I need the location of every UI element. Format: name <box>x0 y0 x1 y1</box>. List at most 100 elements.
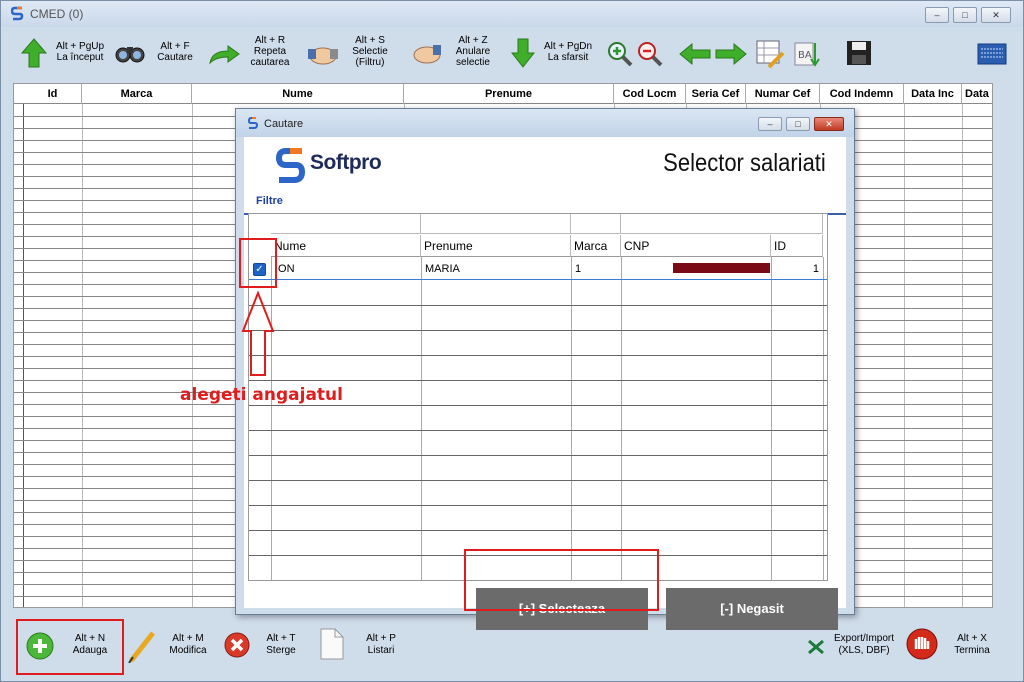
not-found-button[interactable]: [-] Negasit <box>666 588 838 630</box>
document-icon <box>320 628 344 660</box>
last-record-button[interactable]: Alt + PgDn La sfarsit <box>509 29 599 81</box>
modify-label: Alt + M Modifica <box>169 633 207 656</box>
up-arrow-annotation-icon <box>241 291 275 376</box>
save-icon[interactable] <box>845 39 873 67</box>
cell-cnp <box>621 258 771 280</box>
toolbar: Alt + PgUp La început Alt + F Cautare Alt … <box>9 29 1017 81</box>
col-header-seria-cef[interactable]: Seria Cef <box>686 84 746 104</box>
sort-az-icon[interactable]: BA <box>793 39 821 69</box>
stop-hand-icon <box>906 628 938 660</box>
dialog-close-button[interactable]: ✕ <box>814 117 844 131</box>
list-item[interactable] <box>249 305 827 306</box>
list-item[interactable] <box>249 480 827 481</box>
lists-button[interactable]: Alt + P Listari <box>319 621 409 671</box>
handshake-icon <box>308 47 338 65</box>
list-item[interactable] <box>249 530 827 531</box>
add-button-highlight-box <box>16 619 124 675</box>
select-button-highlight-box <box>464 549 659 611</box>
cancel-selection-button[interactable]: Alt + Z Anulare selectie <box>409 29 497 81</box>
up-arrow-icon <box>21 38 47 68</box>
col-header-marca[interactable]: Marca <box>571 235 621 257</box>
delete-button[interactable]: Alt + T Sterge <box>223 621 313 671</box>
col-header-numar-cef[interactable]: Numar Cef <box>746 84 820 104</box>
delete-x-icon <box>224 632 250 658</box>
svg-text:BA: BA <box>798 50 812 61</box>
grid-header: Id Marca Nume Prenume Cod Locm Seria Cef… <box>14 84 992 104</box>
col-header-nume[interactable]: Nume <box>192 84 404 104</box>
main-window: CMED (0) – □ ✕ Alt + PgUp La început Alt … <box>0 0 1024 682</box>
col-header-cod-locm[interactable]: Cod Locm <box>614 84 686 104</box>
col-header-prenume[interactable]: Prenume <box>421 235 571 257</box>
cnp-redaction-bar <box>673 263 770 273</box>
cancel-selection-label: Alt + Z Anulare selectie <box>455 35 491 68</box>
keyboard-icon[interactable] <box>977 41 1007 67</box>
list-item[interactable] <box>249 455 827 456</box>
export-import-label: Export/Import (XLS, DBF) <box>833 633 895 656</box>
filter-cnp-input[interactable] <box>621 214 823 234</box>
list-item[interactable] <box>249 430 827 431</box>
list-item[interactable] <box>249 505 827 506</box>
first-record-button[interactable]: Alt + PgUp La început <box>17 29 112 81</box>
window-title: CMED (0) <box>30 7 84 21</box>
dialog-maximize-button[interactable]: □ <box>786 117 810 131</box>
col-header-data-inc[interactable]: Data Inc <box>904 84 962 104</box>
filters-label: Filtre <box>256 195 283 207</box>
list-item[interactable] <box>249 405 827 406</box>
down-arrow-icon <box>511 38 535 68</box>
filter-marca-input[interactable] <box>571 214 621 234</box>
minimize-button[interactable]: – <box>925 7 949 23</box>
col-header-id[interactable]: ID <box>771 235 823 257</box>
exit-button[interactable]: Alt + X Termina <box>903 621 1003 671</box>
close-button[interactable]: ✕ <box>981 7 1011 23</box>
maximize-button[interactable]: □ <box>953 7 977 23</box>
list-item[interactable] <box>249 330 827 331</box>
left-arrow-icon[interactable] <box>679 43 711 65</box>
edit-grid-icon[interactable] <box>755 39 785 69</box>
filter-prenume-input[interactable] <box>421 214 571 234</box>
filter-nume-input[interactable] <box>271 214 421 234</box>
search-dialog: Cautare – □ ✕ Softpro Selector salariati… <box>235 108 855 630</box>
cell-nume: ION <box>275 263 295 275</box>
cell-prenume: MARIA <box>425 263 460 275</box>
dialog-title-bar: Cautare – □ ✕ <box>236 109 854 137</box>
zoom-in-icon[interactable] <box>607 41 633 67</box>
instruction-annotation: alegeti angajatul <box>180 385 343 405</box>
delete-label: Alt + T Sterge <box>266 633 296 656</box>
first-record-label: Alt + PgUp La început <box>55 41 105 63</box>
lists-label: Alt + P Listari <box>366 633 396 656</box>
dialog-title: Cautare <box>264 118 304 130</box>
checkbox-highlight-box <box>239 238 277 288</box>
zoom-out-icon[interactable] <box>637 41 663 67</box>
dialog-minimize-button[interactable]: – <box>758 117 782 131</box>
filter-selection-label: Alt + S Selectie (Filtru) <box>352 35 388 68</box>
exit-label: Alt + X Termina <box>954 633 990 656</box>
row-indicator-column <box>14 84 24 607</box>
softpro-small-logo-icon <box>248 117 258 129</box>
search-button[interactable]: Alt + F Cautare <box>113 29 201 81</box>
hand-cancel-icon <box>413 45 441 64</box>
col-header-id[interactable]: Id <box>24 84 82 104</box>
softpro-brand-logo-icon <box>276 148 306 183</box>
col-header-prenume[interactable]: Prenume <box>404 84 614 104</box>
list-item[interactable] <box>249 380 827 381</box>
softpro-logo-icon <box>11 6 24 21</box>
repeat-search-label: Alt + R Repeta cautarea <box>250 35 290 68</box>
col-header-cnp[interactable]: CNP <box>621 235 771 257</box>
cell-marca: 1 <box>575 263 582 275</box>
repeat-arrow-icon <box>209 45 240 65</box>
col-header-data-s[interactable]: Data S <box>962 84 992 104</box>
repeat-search-button[interactable]: Alt + R Repeta cautarea <box>206 29 294 81</box>
modify-button[interactable]: Alt + M Modifica <box>125 621 215 671</box>
col-header-cod-indemn[interactable]: Cod Indemn <box>820 84 904 104</box>
employee-row[interactable]: ✓ ION MARIA 1 1 <box>249 258 827 280</box>
filter-selection-button[interactable]: Alt + S Selectie (Filtru) <box>304 29 394 81</box>
col-header-marca[interactable]: Marca <box>82 84 192 104</box>
last-record-label: Alt + PgDn La sfarsit <box>543 41 593 63</box>
col-header-nume[interactable]: Nume <box>271 235 421 257</box>
cell-id: 1 <box>812 263 819 275</box>
right-arrow-icon[interactable] <box>715 43 747 65</box>
binoculars-icon <box>115 47 145 63</box>
list-item[interactable] <box>249 355 827 356</box>
dialog-body: Softpro Selector salariati Filtre Nume P… <box>244 137 846 630</box>
brand-name: Softpro <box>310 151 382 174</box>
